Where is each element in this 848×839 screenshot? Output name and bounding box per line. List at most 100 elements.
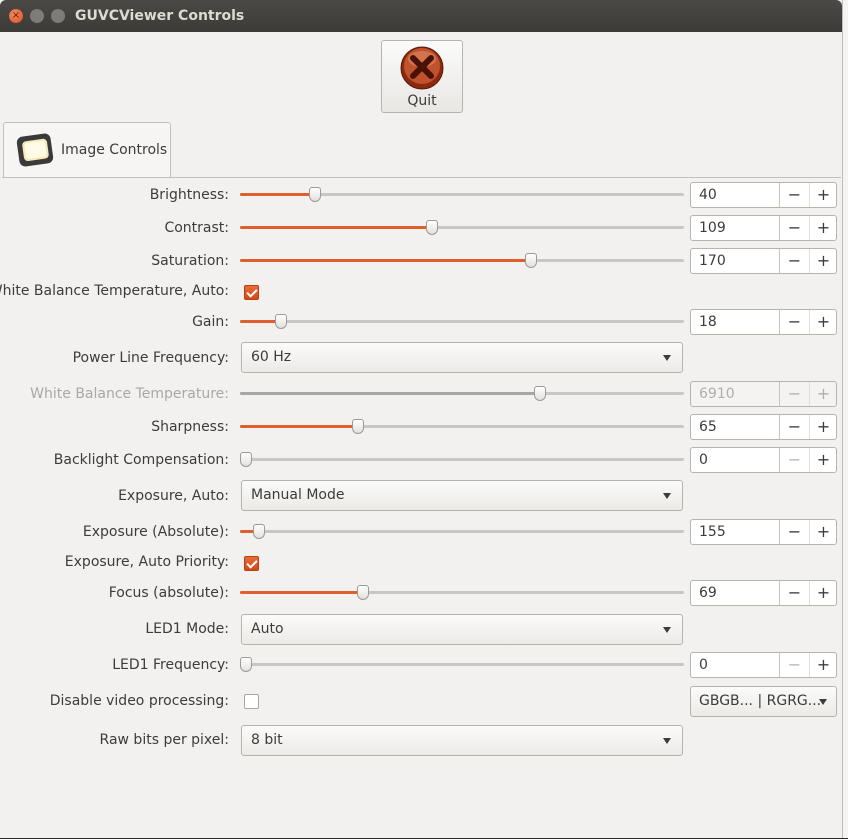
spin-value[interactable]: 0 — [699, 657, 708, 673]
wb-auto-checkbox[interactable] — [244, 285, 259, 300]
dropdown-arrow-icon — [663, 493, 671, 499]
wb-temp-label: White Balance Temperature: — [30, 386, 229, 402]
saturation-label: Saturation: — [151, 253, 229, 269]
decrement-button[interactable]: − — [780, 448, 809, 472]
contrast-label: Contrast: — [164, 220, 229, 236]
tab-label: Image Controls — [61, 142, 168, 158]
saturation-slider[interactable] — [240, 253, 684, 269]
exposure-absolute-slider[interactable] — [240, 524, 684, 540]
focus-spinbox[interactable]: 69 − + — [690, 580, 837, 606]
decrement-button: − — [787, 384, 802, 403]
backlight-spinbox[interactable]: 0 − + — [690, 447, 837, 473]
dropdown-arrow-icon — [663, 355, 671, 361]
contrast-slider[interactable] — [240, 220, 684, 236]
exposure-priority-checkbox[interactable] — [244, 556, 259, 571]
increment-button[interactable]: + — [809, 448, 837, 472]
exposure-priority-label: Exposure, Auto Priority: — [64, 554, 229, 570]
led1-mode-dropdown[interactable]: Auto — [241, 614, 683, 645]
dropdown-arrow-icon — [663, 738, 671, 744]
increment-button[interactable]: + — [809, 183, 837, 207]
decrement-button[interactable]: − — [780, 310, 809, 334]
dropdown-value: 8 bit — [251, 732, 283, 748]
quit-label: Quit — [407, 93, 437, 109]
decrement-button[interactable]: − — [780, 249, 809, 273]
bayer-pattern-dropdown[interactable]: GBGB... | RGRG... — [690, 686, 837, 717]
slider-handle[interactable] — [252, 524, 265, 539]
slider-handle[interactable] — [425, 220, 438, 235]
power-line-dropdown[interactable]: 60 Hz — [241, 342, 683, 373]
decrement-button[interactable]: − — [780, 183, 809, 207]
increment-button[interactable]: + — [809, 249, 837, 273]
led1-frequency-spinbox[interactable]: 0 − + — [690, 652, 837, 678]
decrement-button[interactable]: − — [780, 216, 809, 240]
slider-handle[interactable] — [525, 253, 538, 268]
spin-value[interactable]: 170 — [699, 253, 726, 269]
increment-button[interactable]: + — [809, 310, 837, 334]
wb-temp-slider — [240, 386, 684, 402]
sharpness-label: Sharpness: — [151, 419, 229, 435]
led1-frequency-slider[interactable] — [240, 657, 684, 673]
dropdown-arrow-icon — [819, 699, 827, 705]
backlight-label: Backlight Compensation: — [53, 452, 229, 468]
title-bar[interactable]: × GUVCViewer Controls — [0, 0, 842, 32]
controls-window: × GUVCViewer Controls Quit Image Control… — [0, 0, 843, 838]
slider-handle[interactable] — [352, 419, 365, 434]
maximize-icon[interactable] — [51, 9, 65, 23]
dropdown-value: GBGB... | RGRG... — [699, 693, 822, 709]
wb-temp-spinbox: 6910 − + — [690, 381, 837, 407]
exposure-absolute-spinbox[interactable]: 155 − + — [690, 519, 837, 545]
increment-button[interactable]: + — [809, 415, 837, 439]
increment-button[interactable]: + — [809, 653, 837, 677]
spin-value[interactable]: 155 — [699, 524, 726, 540]
contrast-spinbox[interactable]: 109 − + — [690, 215, 837, 241]
gain-slider[interactable] — [240, 314, 684, 330]
focus-label: Focus (absolute): — [108, 585, 229, 601]
increment-button: + — [809, 382, 837, 406]
dropdown-value: Manual Mode — [251, 487, 345, 503]
decrement-button[interactable]: − — [780, 581, 809, 605]
spin-value: 6910 — [699, 386, 735, 402]
spin-value[interactable]: 109 — [699, 220, 726, 236]
decrement-button[interactable]: − — [780, 653, 809, 677]
gain-label: Gain: — [192, 314, 229, 330]
slider-handle[interactable] — [309, 187, 322, 202]
stop-x-icon — [400, 46, 444, 90]
slider-handle — [533, 386, 546, 401]
disable-video-checkbox[interactable] — [244, 694, 259, 709]
exposure-auto-dropdown[interactable]: Manual Mode — [241, 480, 683, 511]
slider-handle[interactable] — [240, 452, 252, 467]
increment-button[interactable]: + — [809, 520, 837, 544]
window-title: GUVCViewer Controls — [75, 8, 245, 24]
backlight-slider[interactable] — [240, 452, 684, 468]
decrement-button[interactable]: − — [780, 520, 809, 544]
focus-slider[interactable] — [240, 585, 684, 601]
spin-value[interactable]: 65 — [699, 419, 717, 435]
raw-bits-dropdown[interactable]: 8 bit — [241, 725, 683, 756]
increment-button[interactable]: + — [809, 216, 837, 240]
wb-auto-label: White Balance Temperature, Auto: — [0, 283, 229, 299]
spin-value[interactable]: 18 — [699, 314, 717, 330]
spin-value[interactable]: 0 — [699, 452, 708, 468]
close-icon[interactable]: × — [9, 9, 23, 23]
led1-mode-label: LED1 Mode: — [145, 621, 229, 637]
gain-spinbox[interactable]: 18 − + — [690, 309, 837, 335]
tab-image-controls[interactable]: Image Controls — [3, 122, 171, 178]
dropdown-value: 60 Hz — [251, 349, 292, 365]
decrement-button[interactable]: − — [780, 415, 809, 439]
increment-button[interactable]: + — [809, 581, 837, 605]
brightness-spinbox[interactable]: 40 − + — [690, 182, 837, 208]
slider-handle[interactable] — [274, 314, 287, 329]
minimize-icon[interactable] — [30, 9, 44, 23]
exposure-absolute-label: Exposure (Absolute): — [82, 524, 229, 540]
exposure-auto-label: Exposure, Auto: — [118, 488, 229, 504]
quit-button[interactable]: Quit — [381, 40, 463, 113]
saturation-spinbox[interactable]: 170 − + — [690, 248, 837, 274]
dropdown-arrow-icon — [663, 627, 671, 633]
spin-value[interactable]: 69 — [699, 585, 717, 601]
spin-value[interactable]: 40 — [699, 187, 717, 203]
sharpness-slider[interactable] — [240, 419, 684, 435]
sharpness-spinbox[interactable]: 65 − + — [690, 414, 837, 440]
brightness-slider[interactable] — [240, 187, 684, 203]
slider-handle[interactable] — [356, 585, 369, 600]
slider-handle[interactable] — [240, 657, 252, 672]
